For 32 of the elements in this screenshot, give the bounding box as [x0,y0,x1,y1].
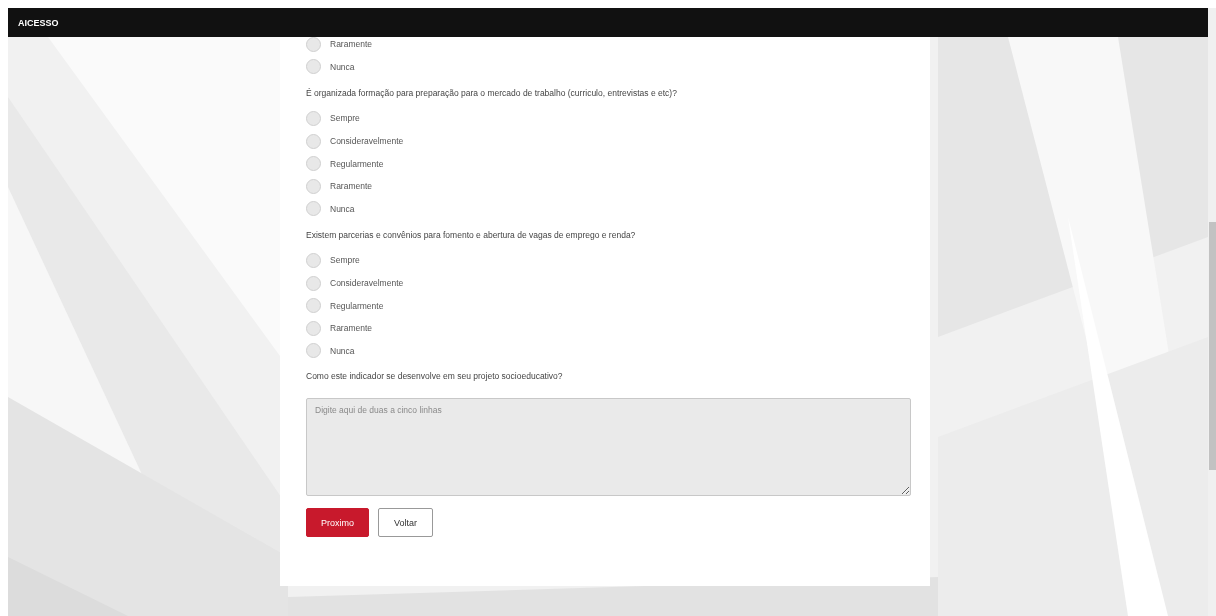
radio-button[interactable] [306,156,321,172]
question-text: Existem parcerias e convênios para fomento e abertura de vagas de emprego e renda? [306,228,637,242]
radio-button[interactable] [306,111,321,126]
option-label: Nunca [330,61,355,72]
answer-box[interactable]: Digite aqui de duas a cinco linhas [306,398,911,497]
next-button[interactable]: Proximo [306,508,369,538]
radio-button[interactable] [306,343,321,359]
radio-button[interactable] [306,252,321,268]
back-button[interactable]: Voltar [378,508,433,538]
radio-button[interactable] [306,298,321,314]
radio-button[interactable] [306,201,321,217]
option-label: Consideravelmente [330,136,404,147]
option-label: Raramente [330,181,373,192]
question-text: É organizada formação para preparação para o mercado de trabalho (curriculo, entrevistas e etc)? [306,86,678,100]
radio-button[interactable] [306,320,321,336]
radio-button[interactable] [306,178,321,194]
radio-button[interactable] [306,133,321,149]
option-label: Sempre [330,113,360,124]
option-label: Nunca [330,203,355,214]
radio-button[interactable] [306,59,321,75]
option-label: Consideravelmente [330,278,404,289]
app-title: AICESSO [18,17,59,28]
radio-button[interactable] [306,37,321,52]
option-label: Regularmente [330,300,384,311]
option-label: Raramente [330,39,373,50]
scrollbar[interactable] [1208,8,1216,616]
radio-button[interactable] [306,275,321,291]
option-label: Nunca [330,345,355,356]
question-text: Como este indicador se desenvolve em seu projeto socioeducativo? [306,370,564,384]
option-label: Regularmente [330,158,384,169]
option-label: Raramente [330,323,373,334]
option-label: Sempre [330,255,360,266]
